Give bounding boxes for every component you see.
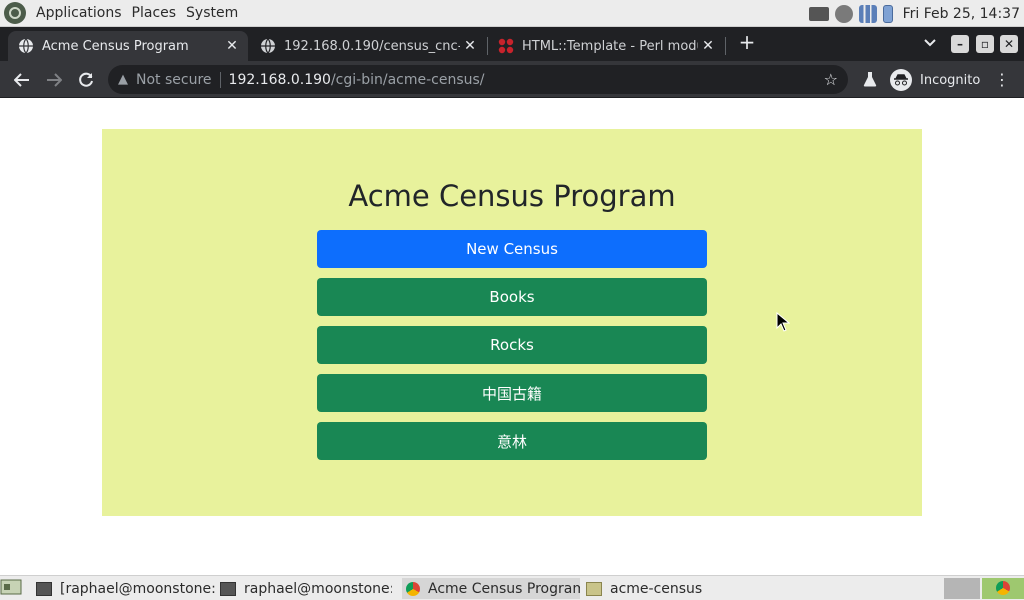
chinese-classics-button[interactable]: 中国古籍	[317, 374, 707, 412]
taskbar-item-chrome[interactable]: Acme Census Program ...	[402, 578, 580, 599]
menu-applications[interactable]: Applications	[32, 5, 126, 21]
url-host[interactable]: 192.168.0.190	[229, 72, 331, 88]
tab-title: HTML::Template - Perl modu	[522, 38, 698, 54]
terminal-icon	[36, 581, 52, 596]
maximize-window-icon[interactable]: ▫	[976, 35, 994, 53]
chrome-icon	[406, 581, 420, 596]
address-bar[interactable]: ▲ Not secure 192.168.0.190/cgi-bin/acme-…	[108, 65, 848, 94]
clock[interactable]: Fri Feb 25, 14:37	[903, 6, 1020, 22]
minimize-window-icon[interactable]: –	[951, 35, 969, 53]
close-tab-icon[interactable]: ✕	[222, 36, 242, 56]
menu-system[interactable]: System	[182, 5, 242, 21]
system-top-panel: Applications Places System Fri Feb 25, 1…	[0, 0, 1024, 27]
back-arrow-icon[interactable]	[9, 67, 35, 93]
books-button[interactable]: Books	[317, 278, 707, 316]
incognito-profile[interactable]: Incognito	[890, 67, 980, 93]
tab-census-cnc[interactable]: 192.168.0.190/census_cnc-1/ ✕	[250, 31, 486, 61]
warning-icon[interactable]: ▲	[118, 72, 128, 87]
chrome-icon	[996, 581, 1010, 595]
rocks-button[interactable]: Rocks	[317, 326, 707, 364]
taskbar: [raphael@moonstone: ... raphael@moonston…	[0, 575, 1024, 600]
mouse-cursor-icon	[776, 312, 790, 332]
keyboard-icon[interactable]	[808, 6, 829, 21]
forward-arrow-icon[interactable]	[41, 67, 67, 93]
browser-tab-strip: Acme Census Program ✕ 192.168.0.190/cens…	[0, 27, 1024, 61]
menu-places[interactable]: Places	[128, 5, 181, 21]
url-path[interactable]: /cgi-bin/acme-census/	[331, 72, 485, 88]
new-tab-icon[interactable]: +	[736, 30, 758, 54]
task-label: acme-census	[610, 580, 703, 597]
volume-icon[interactable]	[834, 4, 853, 23]
labs-flask-icon[interactable]	[860, 69, 880, 89]
more-menu-icon[interactable]: ⋮	[992, 69, 1012, 89]
close-window-icon[interactable]: ✕	[1000, 35, 1018, 53]
tab-title: Acme Census Program	[42, 38, 189, 54]
taskbar-item-terminal-1[interactable]: [raphael@moonstone: ...	[36, 578, 216, 599]
tab-html-template[interactable]: HTML::Template - Perl modu ✕	[488, 31, 724, 61]
cpan-icon	[498, 38, 514, 54]
show-desktop-icon[interactable]	[0, 578, 24, 599]
page-viewport: Acme Census Program New Census Books Roc…	[0, 98, 1024, 575]
taskbar-item-folder[interactable]: acme-census	[586, 578, 726, 599]
workspace-1[interactable]	[944, 578, 980, 599]
system-tray: Fri Feb 25, 14:37	[808, 0, 1024, 27]
tab-separator	[725, 37, 726, 55]
globe-icon	[18, 38, 34, 54]
taskbar-item-terminal-2[interactable]: raphael@moonstone: ...	[220, 578, 392, 599]
new-census-button[interactable]: New Census	[317, 230, 707, 268]
chevron-down-icon[interactable]	[920, 33, 940, 53]
omnibox-divider	[219, 71, 221, 88]
incognito-label: Incognito	[920, 72, 981, 88]
reload-icon[interactable]	[73, 67, 99, 93]
yilin-button[interactable]: 意林	[317, 422, 707, 460]
task-label: Acme Census Program ...	[428, 580, 580, 597]
folder-icon	[586, 581, 602, 596]
close-tab-icon[interactable]: ✕	[698, 36, 718, 56]
bookmark-star-icon[interactable]: ☆	[824, 70, 838, 89]
tab-title: 192.168.0.190/census_cnc-1/	[284, 38, 460, 54]
census-card: Acme Census Program New Census Books Roc…	[102, 129, 922, 516]
distro-logo-icon[interactable]	[4, 2, 26, 24]
terminal-icon	[220, 581, 236, 596]
browser-toolbar: ▲ Not secure 192.168.0.190/cgi-bin/acme-…	[0, 61, 1024, 98]
workspace-2[interactable]	[982, 578, 1024, 599]
page-title: Acme Census Program	[348, 179, 676, 213]
security-label[interactable]: Not secure	[136, 72, 212, 88]
network-signal-icon[interactable]	[858, 4, 877, 23]
close-tab-icon[interactable]: ✕	[460, 36, 480, 56]
task-label: [raphael@moonstone: ...	[60, 580, 216, 597]
tab-acme-census[interactable]: Acme Census Program ✕	[8, 31, 248, 61]
task-label: raphael@moonstone: ...	[244, 580, 392, 597]
incognito-icon	[890, 69, 912, 91]
battery-icon[interactable]	[882, 4, 893, 23]
globe-icon	[260, 38, 276, 54]
